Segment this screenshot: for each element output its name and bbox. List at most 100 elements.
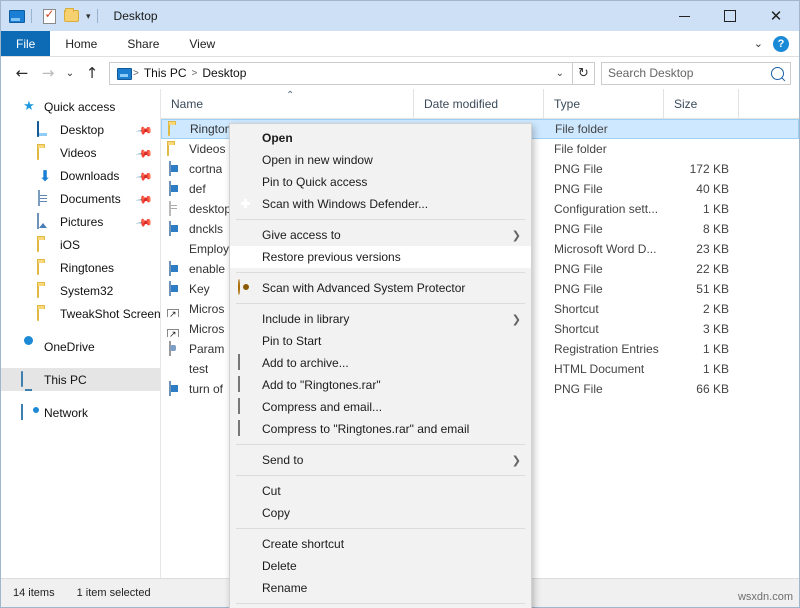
menu-item-include-in-library[interactable]: Include in library ❯ [230, 308, 531, 330]
tab-view[interactable]: View [174, 31, 230, 56]
cell-size: 40 KB [664, 182, 739, 196]
maximize-button[interactable] [707, 1, 753, 31]
menu-separator [236, 475, 525, 476]
column-header-date-modified[interactable]: Date modified [414, 89, 544, 119]
menu-item-pin-to-start[interactable]: Pin to Start [230, 330, 531, 352]
tab-share[interactable]: Share [112, 31, 174, 56]
properties-icon[interactable] [40, 7, 58, 25]
sidebar-item-ios[interactable]: iOS [1, 233, 160, 256]
minimize-button[interactable] [661, 1, 707, 31]
ribbon-tabs: File Home Share View ⌄ ? [1, 31, 799, 57]
sort-ascending-icon: ⌃ [286, 90, 294, 101]
column-header-spacer[interactable] [739, 89, 799, 119]
menu-item-rename[interactable]: Rename [230, 577, 531, 599]
sidebar-item-this-pc[interactable]: This PC [1, 368, 160, 391]
forward-icon[interactable]: → [35, 61, 61, 85]
menu-item-add-to-archive[interactable]: Add to archive... [230, 352, 531, 374]
menu-item-pin-to-quick-access[interactable]: Pin to Quick access [230, 171, 531, 193]
menu-item-restore-previous-versions[interactable]: Restore previous versions [230, 246, 531, 268]
breadcrumb-item-this-pc[interactable]: This PC [140, 66, 191, 80]
file-name: Micros [189, 322, 224, 336]
png-file-icon [167, 221, 183, 237]
menu-item-label: Send to [262, 453, 303, 467]
menu-item-send-to[interactable]: Send to ❯ [230, 449, 531, 471]
cloud-icon [21, 339, 37, 355]
refresh-icon[interactable]: ↻ [573, 62, 595, 85]
menu-item-cut[interactable]: Cut [230, 480, 531, 502]
winrar-icon [238, 421, 254, 437]
sidebar-item-label: Downloads [60, 169, 119, 183]
menu-item-open-in-new-window[interactable]: Open in new window [230, 149, 531, 171]
search-input[interactable] [608, 66, 771, 80]
pin-icon: 📌 [136, 145, 151, 160]
sidebar-item-ringtones[interactable]: Ringtones [1, 256, 160, 279]
menu-item-create-shortcut[interactable]: Create shortcut [230, 533, 531, 555]
tab-home[interactable]: Home [50, 31, 112, 56]
tab-file[interactable]: File [1, 31, 50, 56]
search-box[interactable] [601, 62, 791, 85]
cell-type: PNG File [544, 162, 664, 176]
chevron-down-icon[interactable]: ⌄ [754, 37, 763, 50]
cell-size: 22 KB [664, 262, 739, 276]
reg-file-icon [167, 341, 183, 357]
column-header-name[interactable]: Name ⌃ [161, 89, 414, 119]
new-folder-icon[interactable] [62, 7, 80, 25]
menu-item-delete[interactable]: Delete [230, 555, 531, 577]
column-headers: Name ⌃ Date modified Type Size [161, 89, 799, 119]
sidebar-item-desktop[interactable]: Desktop 📌 [1, 118, 160, 141]
address-bar: ← → ⌄ ↑ > This PC > Desktop ⌄ ↻ [1, 57, 799, 89]
menu-separator [236, 303, 525, 304]
sidebar-item-label: System32 [60, 284, 113, 298]
menu-item-copy[interactable]: Copy [230, 502, 531, 524]
breadcrumb-dropdown-icon[interactable]: ⌄ [556, 68, 568, 79]
breadcrumb-item-desktop[interactable]: Desktop [198, 66, 250, 80]
cell-size: 1 KB [664, 342, 739, 356]
sidebar-item-tweakshot[interactable]: TweakShot Screen C [1, 302, 160, 325]
shortcut-icon [167, 321, 183, 337]
network-icon [21, 405, 37, 421]
cell-size: 8 KB [664, 222, 739, 236]
sidebar-group-quick-access[interactable]: ★ Quick access [1, 95, 160, 118]
sidebar-item-onedrive[interactable]: OneDrive [1, 335, 160, 358]
folder-icon [37, 283, 53, 299]
sidebar-item-label: Ringtones [60, 261, 114, 275]
menu-item-compress-and-email[interactable]: Compress and email... [230, 396, 531, 418]
up-icon[interactable]: ↑ [79, 61, 105, 85]
menu-item-compress-to-ringtones-rar-and-email[interactable]: Compress to "Ringtones.rar" and email [230, 418, 531, 440]
sidebar-item-system32[interactable]: System32 [1, 279, 160, 302]
sidebar-item-documents[interactable]: Documents 📌 [1, 187, 160, 210]
pin-icon: 📌 [136, 214, 151, 229]
menu-item-give-access-to[interactable]: Give access to ❯ [230, 224, 531, 246]
menu-separator [236, 272, 525, 273]
column-label: Size [674, 97, 697, 111]
menu-item-scan-with-windows-defender[interactable]: Scan with Windows Defender... [230, 193, 531, 215]
png-file-icon [167, 181, 183, 197]
cell-type: PNG File [544, 262, 664, 276]
word-file-icon [167, 241, 183, 257]
sidebar-item-downloads[interactable]: ⬇ Downloads 📌 [1, 164, 160, 187]
sidebar-item-network[interactable]: Network [1, 401, 160, 424]
menu-item-open[interactable]: Open [230, 127, 531, 149]
sidebar-item-label: Videos [60, 146, 96, 160]
column-header-type[interactable]: Type [544, 89, 664, 119]
menu-item-label: Compress and email... [262, 400, 382, 414]
document-icon [37, 191, 53, 207]
cell-size: 23 KB [664, 242, 739, 256]
sidebar-item-videos[interactable]: Videos 📌 [1, 141, 160, 164]
chevron-down-icon[interactable]: ▾ [86, 11, 91, 22]
menu-item-add-to-ringtones-rar[interactable]: Add to "Ringtones.rar" [230, 374, 531, 396]
help-icon[interactable]: ? [773, 36, 789, 52]
search-icon[interactable] [768, 64, 786, 82]
breadcrumb[interactable]: > This PC > Desktop ⌄ [109, 62, 573, 85]
recent-locations-icon[interactable]: ⌄ [61, 61, 79, 85]
cell-type: File folder [545, 122, 665, 136]
back-icon[interactable]: ← [9, 61, 35, 85]
pin-icon: 📌 [136, 122, 151, 137]
column-header-size[interactable]: Size [664, 89, 739, 119]
menu-item-label: Add to "Ringtones.rar" [262, 378, 381, 392]
sidebar-item-pictures[interactable]: Pictures 📌 [1, 210, 160, 233]
close-button[interactable]: ✕ [753, 1, 799, 31]
menu-item-scan-with-advanced-system-protector[interactable]: Scan with Advanced System Protector [230, 277, 531, 299]
sidebar-item-label: Pictures [60, 215, 103, 229]
download-icon: ⬇ [37, 168, 53, 184]
